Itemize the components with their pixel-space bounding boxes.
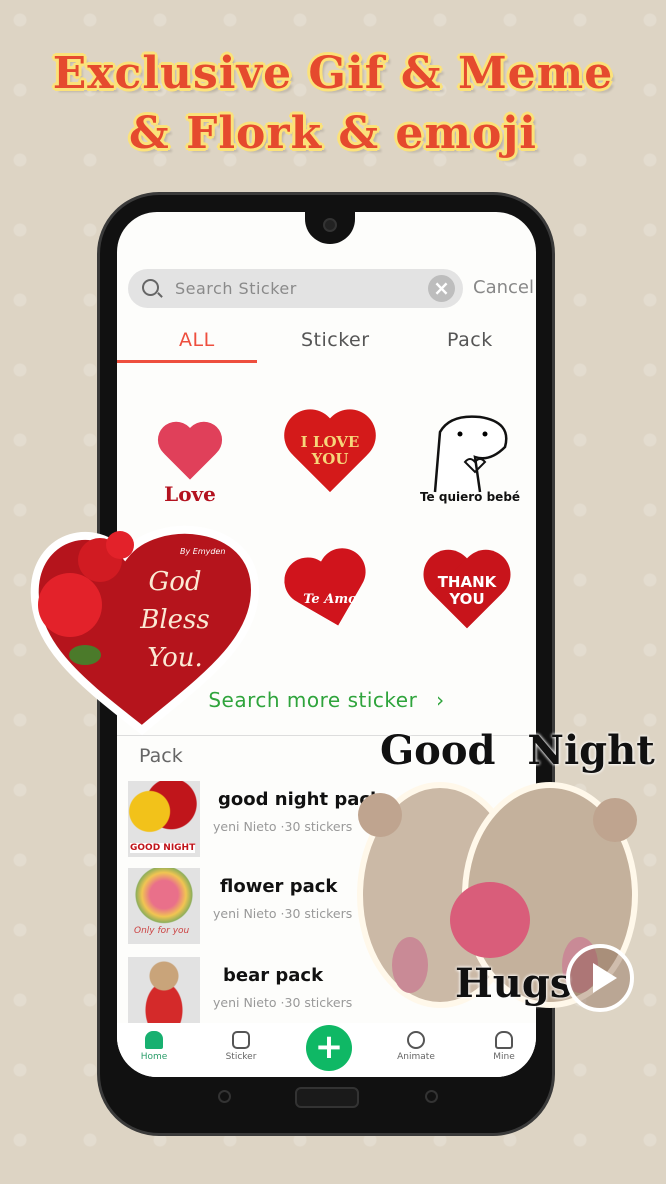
thumb-text: Only for you [134, 926, 190, 936]
sticker-signature: By Emyden [180, 547, 226, 556]
sticker-title: Good Night [380, 727, 655, 774]
nav-sticker[interactable]: Sticker [211, 1031, 271, 1062]
search-icon [142, 279, 159, 296]
bottom-nav: Home Sticker + Animate Mine [117, 1023, 536, 1077]
pack-meta: yeni Nieto ·30 stickers [213, 995, 353, 1010]
tab-sticker[interactable]: Sticker [301, 329, 370, 351]
search-placeholder: Search Sticker [175, 279, 297, 298]
home-icon [145, 1031, 163, 1049]
sticker-text: God Bless You. [140, 567, 210, 673]
mine-icon [495, 1031, 513, 1049]
sticker-te-amo[interactable]: Te Amo [275, 542, 385, 647]
nav-mine[interactable]: Mine [474, 1031, 534, 1062]
chevron-right-icon: › [436, 688, 445, 712]
sticker-icon [232, 1031, 250, 1049]
sticker-thank-you[interactable]: THANK YOU [412, 542, 522, 647]
home-hardware-button[interactable] [295, 1087, 359, 1108]
pack-name: flower pack [220, 876, 338, 897]
pack-section-label: Pack [139, 745, 183, 767]
pack-name: bear pack [223, 965, 324, 986]
pack-meta: yeni Nieto ·30 stickers [213, 819, 353, 834]
nav-home[interactable]: Home [124, 1031, 184, 1062]
animate-icon [407, 1031, 425, 1049]
pack-meta: yeni Nieto ·30 stickers [213, 906, 353, 921]
back-button[interactable] [218, 1090, 231, 1103]
headline-line1: Exclusive Gif & Meme [52, 48, 614, 99]
recents-button[interactable] [425, 1090, 438, 1103]
pack-thumbnail: Only for you [128, 868, 200, 944]
cancel-button[interactable]: Cancel [473, 277, 534, 298]
sticker-i-love-you[interactable]: I LOVE YOU [275, 404, 385, 509]
god-bless-sticker: By Emyden God Bless You. [25, 515, 260, 737]
flork-icon [433, 415, 508, 493]
sticker-love[interactable]: Love [135, 402, 245, 507]
search-input[interactable]: Search Sticker × [128, 269, 463, 308]
tab-indicator [117, 360, 257, 363]
nav-animate[interactable]: Animate [386, 1031, 446, 1062]
clear-icon[interactable]: × [428, 275, 455, 302]
sticker-flork-te-quiero[interactable]: Te quiero bebé [415, 402, 525, 507]
play-button[interactable] [566, 944, 634, 1012]
thumb-text: GOOD NIGHT [130, 843, 196, 853]
pack-thumbnail: GOOD NIGHT [128, 781, 200, 857]
tab-pack[interactable]: Pack [447, 329, 493, 351]
sticker-subtitle: Hugs [455, 960, 573, 1007]
headline-line2: & Flork & emoji [129, 108, 537, 159]
tab-all[interactable]: ALL [179, 329, 215, 351]
add-button[interactable]: + [306, 1025, 352, 1071]
pack-thumbnail [128, 957, 200, 1033]
